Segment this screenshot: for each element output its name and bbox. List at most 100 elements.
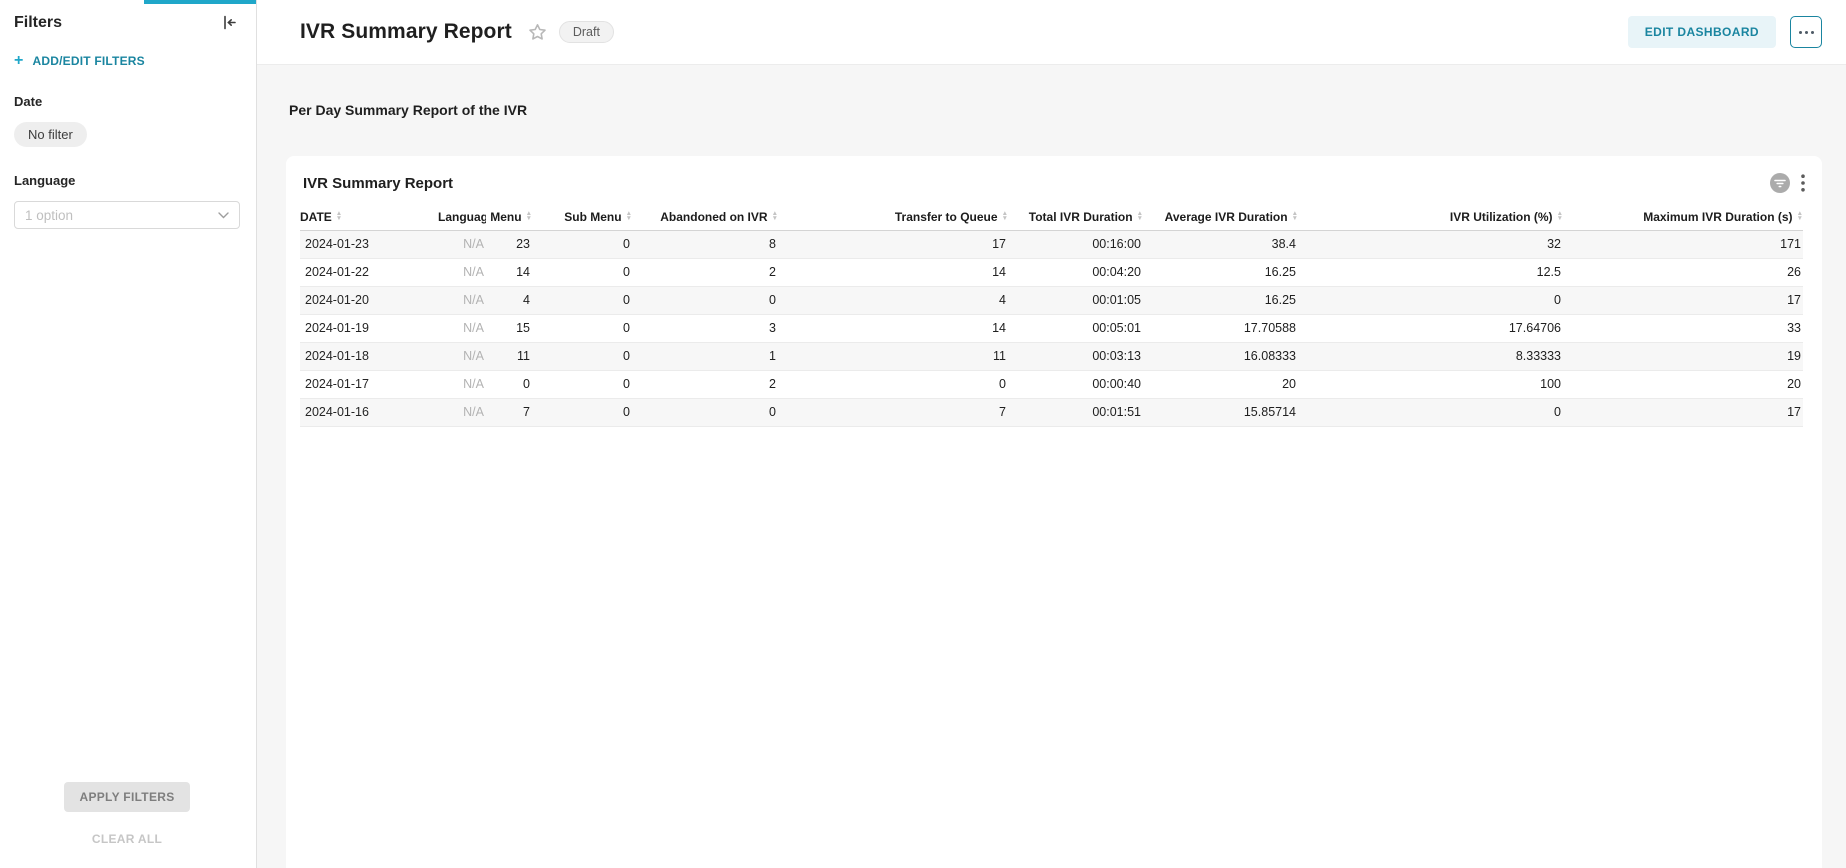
- cross-filter-button[interactable]: [1769, 172, 1791, 194]
- cell-total-ivr-duration: 00:04:20: [1008, 258, 1143, 286]
- cell-sub-menu: 0: [532, 286, 632, 314]
- cell-menu: 11: [486, 342, 532, 370]
- filter-circle-icon: [1769, 182, 1791, 197]
- clear-all-button[interactable]: CLEAR ALL: [92, 832, 162, 846]
- add-edit-filters-button[interactable]: + ADD/EDIT FILTERS: [14, 54, 240, 68]
- column-header-abandoned-on-ivr[interactable]: Abandoned on IVR▲▼: [632, 204, 778, 230]
- column-label: Sub Menu: [564, 210, 621, 224]
- dashboard-page: Filters + ADD/EDIT FILTERS Date No filte…: [0, 0, 1846, 868]
- cell-transfer-to-queue: 0: [778, 370, 1008, 398]
- edit-dashboard-button[interactable]: EDIT DASHBOARD: [1628, 16, 1776, 48]
- collapse-filters-button[interactable]: [219, 12, 240, 33]
- cell-abandoned-on-ivr: 0: [632, 398, 778, 426]
- cell-abandoned-on-ivr: 2: [632, 258, 778, 286]
- dashboard-title: IVR Summary Report: [300, 20, 512, 44]
- column-header-ivr-utilization[interactable]: IVR Utilization (%)▲▼: [1298, 204, 1563, 230]
- column-header-average-ivr-duration[interactable]: Average IVR Duration ▲▼: [1143, 204, 1298, 230]
- column-header-transfer-to-queue[interactable]: Transfer to Queue▲▼: [778, 204, 1008, 230]
- cell-ivr-utilization: 100: [1298, 370, 1563, 398]
- column-label: Menu: [490, 210, 521, 224]
- cell-ivr-utilization: 32: [1298, 230, 1563, 258]
- column-header-total-ivr-duration[interactable]: Total IVR Duration ▲▼: [1008, 204, 1143, 230]
- chevron-down-icon: [218, 206, 229, 224]
- kebab-menu-icon: [1801, 180, 1805, 195]
- table-header-row: DATE▲▼Language▲▼Menu▲▼Sub Menu▲▼Abandone…: [300, 204, 1803, 230]
- cell-ivr-utilization: 0: [1298, 398, 1563, 426]
- cell-language: N/A: [438, 230, 486, 258]
- cell-average-ivr-duration: 17.70588: [1143, 314, 1298, 342]
- cell-menu: 15: [486, 314, 532, 342]
- cell-ivr-utilization: 12.5: [1298, 258, 1563, 286]
- cell-date: 2024-01-23: [300, 230, 438, 258]
- cell-average-ivr-duration: 20: [1143, 370, 1298, 398]
- column-label: Average IVR Duration: [1165, 210, 1288, 224]
- cell-sub-menu: 0: [532, 370, 632, 398]
- column-header-maximum-ivr-duration-s[interactable]: Maximum IVR Duration (s)▲▼: [1563, 204, 1803, 230]
- cell-transfer-to-queue: 14: [778, 314, 1008, 342]
- ellipsis-icon: [1799, 31, 1814, 34]
- column-header-language[interactable]: Language▲▼: [438, 204, 486, 230]
- date-filter-label: Date: [14, 94, 240, 109]
- language-filter-label: Language: [14, 173, 240, 188]
- cell-maximum-ivr-duration-s: 20: [1563, 370, 1803, 398]
- cell-ivr-utilization: 0: [1298, 286, 1563, 314]
- column-label: Total IVR Duration: [1029, 210, 1133, 224]
- column-header-date[interactable]: DATE▲▼: [300, 204, 438, 230]
- column-label: DATE: [300, 210, 332, 224]
- cell-menu: 23: [486, 230, 532, 258]
- date-filter-value[interactable]: No filter: [14, 122, 87, 147]
- cell-transfer-to-queue: 11: [778, 342, 1008, 370]
- dashboard-header: IVR Summary Report Draft EDIT DASHBOARD: [257, 0, 1846, 65]
- status-badge[interactable]: Draft: [559, 21, 614, 43]
- date-filter-group: Date No filter: [14, 94, 240, 147]
- cell-language: N/A: [438, 286, 486, 314]
- column-header-menu[interactable]: Menu▲▼: [486, 204, 532, 230]
- cell-language: N/A: [438, 342, 486, 370]
- cell-sub-menu: 0: [532, 342, 632, 370]
- cell-date: 2024-01-20: [300, 286, 438, 314]
- markdown-text: Per Day Summary Report of the IVR: [289, 102, 1822, 118]
- cell-menu: 0: [486, 370, 532, 398]
- cell-menu: 14: [486, 258, 532, 286]
- sort-icon: ▲▼: [626, 212, 632, 221]
- cell-abandoned-on-ivr: 1: [632, 342, 778, 370]
- cell-date: 2024-01-22: [300, 258, 438, 286]
- language-filter-select[interactable]: 1 option: [14, 201, 240, 229]
- table-row: 2024-01-20N/A400400:01:0516.25017: [300, 286, 1803, 314]
- cell-ivr-utilization: 17.64706: [1298, 314, 1563, 342]
- cell-date: 2024-01-18: [300, 342, 438, 370]
- cell-average-ivr-duration: 15.85714: [1143, 398, 1298, 426]
- cell-abandoned-on-ivr: 3: [632, 314, 778, 342]
- column-header-sub-menu[interactable]: Sub Menu ▲▼: [532, 204, 632, 230]
- table-row: 2024-01-17N/A002000:00:402010020: [300, 370, 1803, 398]
- apply-filters-button[interactable]: APPLY FILTERS: [64, 782, 190, 812]
- table-row: 2024-01-18N/A11011100:03:1316.083338.333…: [300, 342, 1803, 370]
- cell-language: N/A: [438, 314, 486, 342]
- cell-average-ivr-duration: 38.4: [1143, 230, 1298, 258]
- star-icon: [528, 29, 547, 44]
- sidebar-accent-bar: [144, 0, 256, 4]
- chart-menu-button[interactable]: [1801, 174, 1805, 192]
- sort-icon: ▲▼: [1002, 212, 1008, 221]
- cell-total-ivr-duration: 00:01:51: [1008, 398, 1143, 426]
- cell-language: N/A: [438, 258, 486, 286]
- table-row: 2024-01-19N/A15031400:05:0117.7058817.64…: [300, 314, 1803, 342]
- main-area: IVR Summary Report Draft EDIT DASHBOARD …: [257, 0, 1846, 868]
- cell-menu: 7: [486, 398, 532, 426]
- cell-total-ivr-duration: 00:16:00: [1008, 230, 1143, 258]
- sort-icon: ▲▼: [1137, 212, 1143, 221]
- cell-maximum-ivr-duration-s: 19: [1563, 342, 1803, 370]
- table-row: 2024-01-23N/A23081700:16:0038.432171: [300, 230, 1803, 258]
- language-filter-value: 1 option: [25, 208, 73, 223]
- cell-sub-menu: 0: [532, 258, 632, 286]
- chart-card: IVR Summary Report: [286, 156, 1822, 868]
- cell-maximum-ivr-duration-s: 26: [1563, 258, 1803, 286]
- cell-menu: 4: [486, 286, 532, 314]
- filters-title: Filters: [14, 14, 62, 32]
- favorite-button[interactable]: [528, 23, 547, 41]
- cell-sub-menu: 0: [532, 314, 632, 342]
- cell-date: 2024-01-19: [300, 314, 438, 342]
- more-actions-button[interactable]: [1790, 16, 1822, 48]
- sort-icon: ▲▼: [1292, 212, 1298, 221]
- column-label: Maximum IVR Duration (s): [1643, 210, 1792, 224]
